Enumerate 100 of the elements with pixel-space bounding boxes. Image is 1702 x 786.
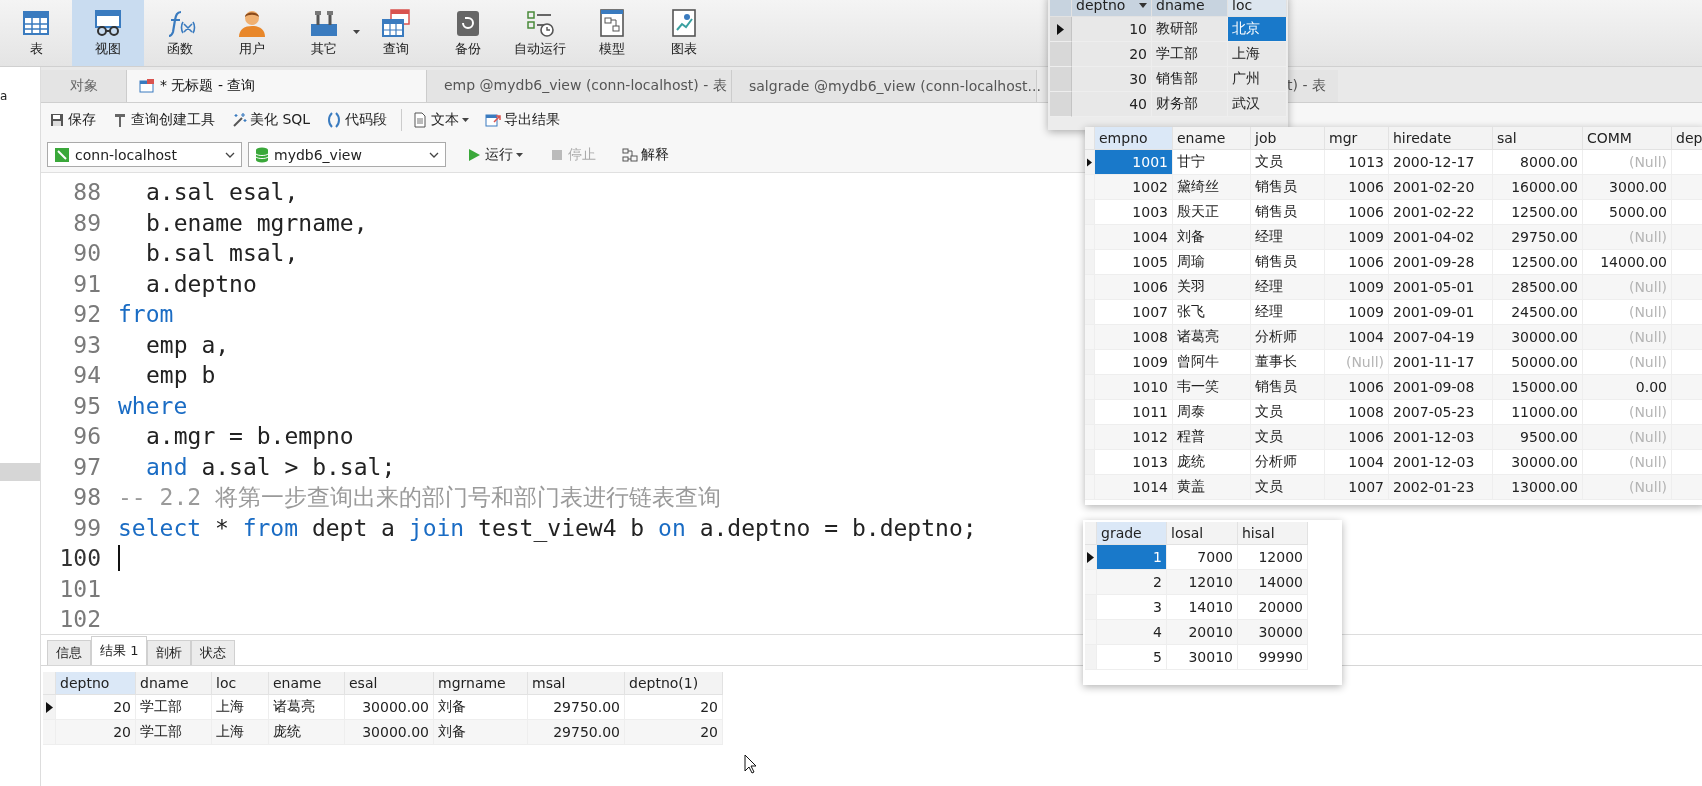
toolbar-button[interactable]: 函数 xyxy=(144,0,216,66)
table-cell: (Null) xyxy=(1583,350,1672,375)
column-header[interactable]: hiredate xyxy=(1389,127,1493,150)
column-header[interactable]: deptno xyxy=(56,672,136,695)
line-number: 102 xyxy=(58,606,101,633)
document-tab[interactable]: t) - 表 xyxy=(1285,70,1338,102)
toolbar-button[interactable]: 视图 xyxy=(72,0,144,66)
table-cell: 10 xyxy=(1072,17,1152,42)
column-header[interactable]: losal xyxy=(1167,522,1238,545)
toolbar-button[interactable]: 图表 xyxy=(648,0,720,66)
column-header[interactable]: deptno xyxy=(1072,0,1152,17)
corner-cell[interactable] xyxy=(1085,127,1095,150)
column-header[interactable]: mgr xyxy=(1325,127,1389,150)
result-tab[interactable]: 信息 xyxy=(47,640,91,665)
toolbar-button[interactable]: 文本 xyxy=(401,109,472,131)
table-cell: 30000.00 xyxy=(1493,325,1583,350)
toolbar-button[interactable]: 查询创建工具 xyxy=(110,109,217,131)
line-number: 90 xyxy=(72,240,101,267)
table-cell: 分析师 xyxy=(1251,450,1325,475)
column-header[interactable]: dep xyxy=(1672,127,1702,150)
column-header[interactable]: deptno(1) xyxy=(625,672,723,695)
column-header[interactable]: job xyxy=(1251,127,1325,150)
table-cell: 销售员 xyxy=(1251,375,1325,400)
toolbar-button[interactable]: 导出结果 xyxy=(483,109,563,131)
code-line: b.sal msal, xyxy=(145,240,299,267)
column-header[interactable]: COMM xyxy=(1583,127,1672,150)
table-cell: 29750.00 xyxy=(528,695,625,720)
corner-cell[interactable] xyxy=(1050,0,1072,17)
table-cell: 2001-02-20 xyxy=(1389,175,1493,200)
table-cell: 1004 xyxy=(1095,225,1173,250)
column-header[interactable]: grade xyxy=(1097,522,1167,545)
toolbar-button[interactable]: 自动运行 xyxy=(504,0,576,66)
document-tab[interactable]: emp @mydb6_view (conn-localhost) - 表 xyxy=(427,70,732,102)
row-selector[interactable] xyxy=(1050,17,1072,42)
table-cell: 1008 xyxy=(1095,325,1173,350)
database-dropdown[interactable]: mydb6_view xyxy=(248,142,446,167)
toolbar-button[interactable]: 运行 xyxy=(460,144,529,165)
table-cell: (Null) xyxy=(1583,300,1672,325)
column-header[interactable]: sal xyxy=(1493,127,1583,150)
column-header[interactable]: dname xyxy=(136,672,212,695)
table-cell: 2001-12-03 xyxy=(1389,450,1493,475)
caret-icon[interactable] xyxy=(462,118,470,122)
connection-dropdown[interactable]: conn-localhost xyxy=(47,142,242,167)
table-cell: 上海 xyxy=(212,695,269,720)
column-header[interactable]: loc xyxy=(1228,0,1287,17)
line-number: 98 xyxy=(72,484,101,511)
table-cell: 20010 xyxy=(1167,620,1238,645)
column-header[interactable]: empno xyxy=(1095,127,1173,150)
toolbar-button[interactable]: 其它 xyxy=(288,0,360,66)
caret-icon[interactable] xyxy=(516,152,523,157)
corner-cell[interactable] xyxy=(43,672,56,695)
result-tab[interactable]: 状态 xyxy=(191,640,236,665)
line-number: 96 xyxy=(72,423,101,450)
table-cell: 1006 xyxy=(1325,425,1389,450)
toolbar-button[interactable]: 保存 xyxy=(47,109,98,131)
code-line: emp a, xyxy=(145,331,230,358)
column-header[interactable]: esal xyxy=(345,672,434,695)
column-header[interactable]: dname xyxy=(1152,0,1228,17)
column-header[interactable]: loc xyxy=(212,672,269,695)
table-cell: 刘备 xyxy=(434,720,528,745)
line-number: 92 xyxy=(72,301,101,328)
table-cell: 2001-09-01 xyxy=(1389,300,1493,325)
caret-icon[interactable] xyxy=(353,30,360,34)
table-cell: 1002 xyxy=(1095,175,1173,200)
table-cell: 29750.00 xyxy=(528,720,625,745)
toolbar-button[interactable]: 备份 xyxy=(432,0,504,66)
table-cell: 14000.00 xyxy=(1583,250,1672,275)
result-tab[interactable]: 剖析 xyxy=(147,640,192,665)
document-tab[interactable]: * 无标题 - 查询 xyxy=(127,70,427,102)
toolbar-button[interactable]: 代码段 xyxy=(324,109,390,131)
sidebar-item[interactable]: a xyxy=(0,67,40,103)
column-header[interactable]: mgrname xyxy=(434,672,528,695)
table-cell: 销售员 xyxy=(1251,200,1325,225)
toolbar-button[interactable]: 查询 xyxy=(360,0,432,66)
toolbar-button[interactable]: 模型 xyxy=(576,0,648,66)
column-header[interactable]: hisal xyxy=(1238,522,1308,545)
table-cell: 24500.00 xyxy=(1493,300,1583,325)
table-cell: 40 xyxy=(1072,92,1152,117)
toolbar-button[interactable]: 美化 SQL xyxy=(229,109,313,131)
table-cell: 1011 xyxy=(1095,400,1173,425)
toolbar-button[interactable]: 表 xyxy=(0,0,72,66)
table-cell: 教研部 xyxy=(1152,17,1228,42)
save-icon xyxy=(49,112,65,128)
column-header[interactable]: ename xyxy=(1173,127,1251,150)
toolbar-button[interactable]: 用户 xyxy=(216,0,288,66)
table-cell: 11000.00 xyxy=(1493,400,1583,425)
table-cell: 文员 xyxy=(1251,400,1325,425)
table-cell: 1009 xyxy=(1325,275,1389,300)
mouse-pointer-icon xyxy=(744,754,757,774)
column-header[interactable]: ename xyxy=(269,672,345,695)
database-icon xyxy=(255,146,269,163)
parentheses-icon xyxy=(326,112,343,128)
column-header[interactable]: msal xyxy=(528,672,625,695)
table-cell: (Null) xyxy=(1583,475,1672,500)
toolbar-button[interactable]: 解释 xyxy=(616,144,675,165)
corner-cell[interactable] xyxy=(1085,522,1097,545)
result-tab[interactable]: 结果 1 xyxy=(91,636,148,665)
table-cell: 12500.00 xyxy=(1493,250,1583,275)
table-cell: 1012 xyxy=(1095,425,1173,450)
document-tab[interactable]: 对象 xyxy=(41,70,127,102)
